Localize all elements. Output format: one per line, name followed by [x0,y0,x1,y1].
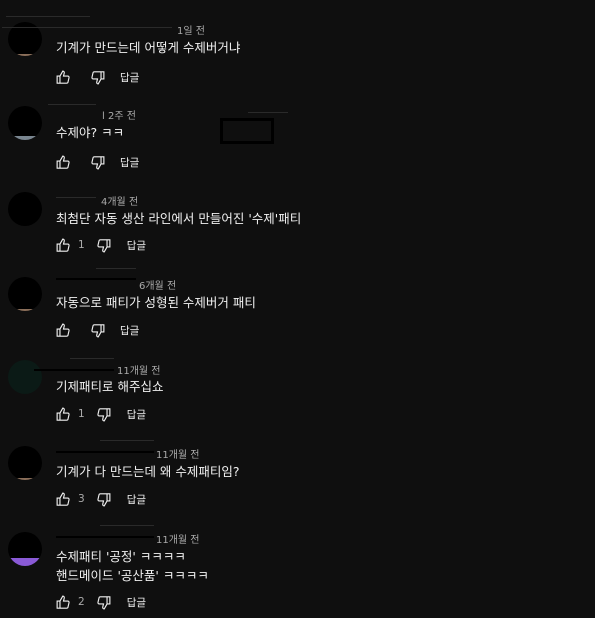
dislike-icon[interactable] [88,153,106,171]
reply-button[interactable]: 답글 [120,155,139,170]
avatar[interactable] [8,277,42,311]
comment-time[interactable]: 11개월 전 [156,446,200,461]
comment-text: 수제야? ㅋㅋ [56,125,125,140]
like-icon[interactable] [54,153,72,171]
avatar[interactable] [8,532,42,566]
like-icon[interactable] [54,321,72,339]
comment-time[interactable]: 11개월 전 [156,531,200,546]
comment-actions: 3 답글 [54,490,146,508]
comment-text: 기제패티로 해주십쇼 [56,379,164,394]
redaction-box [220,118,274,144]
dislike-icon[interactable] [88,321,106,339]
comment-text: 기계가 만드는데 어떻게 수제버거냐 [56,40,241,55]
like-icon[interactable] [54,68,72,86]
comment-text: 기계가 다 만드는데 왜 수제패티임? [56,464,240,479]
reply-button[interactable]: 답글 [127,238,146,253]
comment-actions: 답글 [54,321,139,339]
dislike-icon[interactable] [88,68,106,86]
comment-actions: 2 답글 [54,593,146,611]
comment-time[interactable]: 1일 전 [177,22,205,37]
like-icon[interactable] [54,405,72,423]
reply-button[interactable]: 답글 [120,70,139,85]
like-count: 3 [78,493,85,505]
avatar[interactable] [8,192,42,226]
dislike-icon[interactable] [95,236,113,254]
like-icon[interactable] [54,236,72,254]
comment-text-line2: 핸드메이드 '공산품' ㅋㅋㅋㅋ [56,568,209,583]
comment-time[interactable]: 11개월 전 [117,362,161,377]
avatar[interactable] [8,360,42,394]
comment-actions: 1 답글 [54,405,146,423]
like-count: 2 [78,596,85,608]
comment-actions: 답글 [54,68,139,86]
dislike-icon[interactable] [95,593,113,611]
comment-actions: 1 답글 [54,236,146,254]
comment-text: 최첨단 자동 생산 라인에서 만들어진 '수제'패티 [56,211,302,226]
reply-button[interactable]: 답글 [120,323,139,338]
reply-button[interactable]: 답글 [127,595,146,610]
reply-button[interactable]: 답글 [127,407,146,422]
dislike-icon[interactable] [95,490,113,508]
dislike-icon[interactable] [95,405,113,423]
comment-time[interactable]: 6개월 전 [139,277,176,292]
like-count: 1 [78,408,85,420]
comment-time[interactable]: l 2주 전 [102,107,136,122]
avatar[interactable] [8,446,42,480]
comment-text: 자동으로 패티가 성형된 수제버거 패티 [56,295,256,310]
avatar[interactable] [8,106,42,140]
comment-text: 수제패티 '공정' ㅋㅋㅋㅋ [56,549,186,564]
comment-actions: 답글 [54,153,139,171]
comment-time[interactable]: 4개월 전 [101,193,138,208]
like-icon[interactable] [54,593,72,611]
like-count: 1 [78,239,85,251]
reply-button[interactable]: 답글 [127,492,146,507]
like-icon[interactable] [54,490,72,508]
